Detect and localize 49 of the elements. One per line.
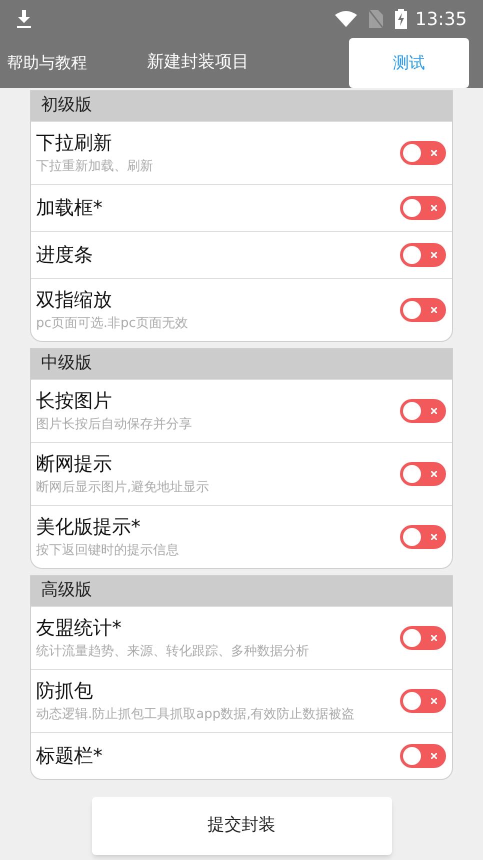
option-title: 加载框* <box>36 196 104 221</box>
no-sim-icon <box>369 10 384 28</box>
close-icon <box>431 252 437 258</box>
toggle-switch[interactable] <box>400 744 446 768</box>
wifi-icon <box>335 11 358 27</box>
close-icon <box>431 698 437 704</box>
section-header: 高级版 <box>31 576 452 606</box>
toggle-switch[interactable] <box>400 243 446 267</box>
option-description: 按下返回键时的提示信息 <box>36 542 180 560</box>
option-description: 动态逻辑.防止抓包工具抓取app数据,有效防止数据被盗 <box>36 706 356 724</box>
close-icon <box>431 205 437 211</box>
toggle-switch[interactable] <box>400 525 446 549</box>
option-description: 下拉重新加载、刷新 <box>36 158 154 176</box>
option-title: 进度条 <box>36 243 94 268</box>
toggle-switch[interactable] <box>400 462 446 486</box>
download-icon <box>16 10 32 28</box>
option-description: 断网后显示图片,避免地址显示 <box>36 479 210 497</box>
option-title: 友盟统计* <box>36 616 122 641</box>
close-icon <box>431 753 437 759</box>
option-title: 断网提示 <box>36 452 113 477</box>
help-link[interactable]: 帮助与教程 <box>7 51 87 75</box>
close-icon <box>431 150 437 156</box>
section-header: 中级版 <box>31 349 452 379</box>
option-description: 图片长按后自动保存并分享 <box>36 416 193 434</box>
close-icon <box>431 534 437 540</box>
option-title: 下拉刷新 <box>36 131 113 156</box>
battery-charging-icon <box>395 9 408 29</box>
submit-button[interactable]: 提交封装 <box>92 797 392 855</box>
option-title: 防抓包 <box>36 679 94 704</box>
page-title: 新建封装项目 <box>147 51 249 74</box>
option-title: 标题栏* <box>36 744 104 769</box>
toggle-switch[interactable] <box>400 196 446 220</box>
close-icon <box>431 471 437 477</box>
option-description: 统计流量趋势、来源、转化跟踪、多种数据分析 <box>36 643 310 661</box>
toggle-switch[interactable] <box>400 626 446 650</box>
toggle-switch[interactable] <box>400 298 446 322</box>
close-icon <box>431 307 437 313</box>
toggle-switch[interactable] <box>400 141 446 165</box>
option-title: 双指缩放 <box>36 288 113 313</box>
option-title: 长按图片 <box>36 389 113 414</box>
close-icon <box>431 408 437 414</box>
section-header: 初级版 <box>31 91 452 121</box>
test-button[interactable]: 测试 <box>349 38 469 88</box>
close-icon <box>431 635 437 641</box>
option-description: pc页面可选.非pc页面无效 <box>36 315 189 333</box>
toggle-switch[interactable] <box>400 689 446 713</box>
toggle-switch[interactable] <box>400 399 446 423</box>
status-time: 13:35 <box>415 8 467 32</box>
option-title: 美化版提示* <box>36 515 142 540</box>
